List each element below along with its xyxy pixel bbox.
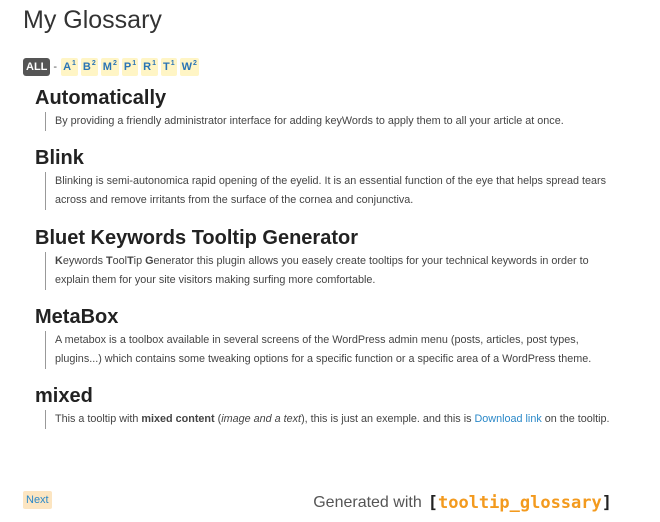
- glossary-term[interactable]: MetaBox: [35, 305, 635, 329]
- letter-count: 2: [193, 60, 197, 67]
- glossary-description: Keywords ToolTip Generator this plugin a…: [45, 252, 615, 290]
- letter-count: 1: [132, 60, 137, 67]
- letter-count: 2: [112, 60, 117, 67]
- glossary-term[interactable]: Bluet Keywords Tooltip Generator: [35, 226, 635, 250]
- letter-count: 1: [72, 60, 76, 67]
- filter-separator: -: [53, 61, 58, 73]
- letter-label: A: [63, 61, 72, 73]
- filter-letter-b[interactable]: B2: [80, 58, 98, 76]
- letter-filter-bar: ALL - A1 B2 M2 P1 R1 T1 W2: [23, 58, 202, 76]
- download-link[interactable]: Download link: [475, 413, 542, 425]
- desc-text: ip: [133, 255, 146, 267]
- next-page-button[interactable]: Next: [23, 491, 52, 509]
- desc-text: eywords: [62, 255, 107, 267]
- glossary-entry: Bluet Keywords Tooltip Generator Keyword…: [35, 226, 635, 290]
- filter-letter-r[interactable]: R1: [141, 58, 158, 76]
- desc-text: ), this is just an exemple. and this is: [301, 413, 475, 425]
- letter-count: 1: [152, 60, 156, 67]
- letter-count: 2: [91, 60, 96, 67]
- glossary-description: Blinking is semi-autonomica rapid openin…: [45, 172, 615, 210]
- glossary-entry: Automatically By providing a friendly ad…: [35, 86, 635, 131]
- glossary-description: This a tooltip with mixed content (image…: [45, 410, 615, 429]
- glossary-term[interactable]: Blink: [35, 146, 635, 170]
- brand-name: tooltip_glossary: [437, 493, 602, 513]
- letter-label: B: [82, 61, 91, 73]
- glossary-entry: Blink Blinking is semi-autonomica rapid …: [35, 146, 635, 210]
- bold-initial: T: [106, 255, 113, 267]
- filter-letter-m[interactable]: M2: [100, 58, 119, 76]
- desc-text: This a tooltip with: [55, 413, 142, 425]
- letter-label: R: [143, 61, 152, 73]
- filter-letter-a[interactable]: A1: [61, 58, 78, 76]
- letter-label: M: [102, 61, 112, 73]
- bold-initial: K: [55, 255, 63, 267]
- filter-letter-t[interactable]: T1: [160, 58, 177, 76]
- italic-text: image and a text: [221, 413, 302, 425]
- letter-label: T: [162, 61, 170, 73]
- letter-count: 1: [170, 60, 175, 67]
- glossary-entry: MetaBox A metabox is a toolbox available…: [35, 305, 635, 369]
- glossary-entry: mixed This a tooltip with mixed content …: [35, 384, 635, 429]
- generated-with-label: Generated with: [313, 494, 422, 511]
- brand-logo[interactable]: [tooltip_glossary]: [428, 493, 612, 513]
- filter-all-button[interactable]: ALL: [23, 58, 51, 76]
- letter-label: W: [181, 61, 192, 73]
- filter-letter-p[interactable]: P1: [121, 58, 139, 76]
- brand-bracket-open: [: [427, 493, 438, 513]
- brand-bracket-close: ]: [601, 493, 612, 513]
- glossary-term[interactable]: mixed: [35, 384, 635, 408]
- glossary-description: By providing a friendly administrator in…: [45, 112, 615, 131]
- glossary-term[interactable]: Automatically: [35, 86, 635, 110]
- glossary-description: A metabox is a toolbox available in seve…: [45, 331, 615, 369]
- filter-letter-w[interactable]: W2: [179, 58, 199, 76]
- bold-initial: T: [127, 255, 134, 267]
- generated-with-footer: Generated with [tooltip_glossary]: [313, 493, 612, 513]
- desc-text: on the tooltip.: [541, 413, 610, 425]
- bold-text: mixed content: [141, 413, 215, 425]
- desc-text: ool: [112, 255, 128, 267]
- letter-label: P: [123, 61, 132, 73]
- page-title: My Glossary: [23, 6, 162, 34]
